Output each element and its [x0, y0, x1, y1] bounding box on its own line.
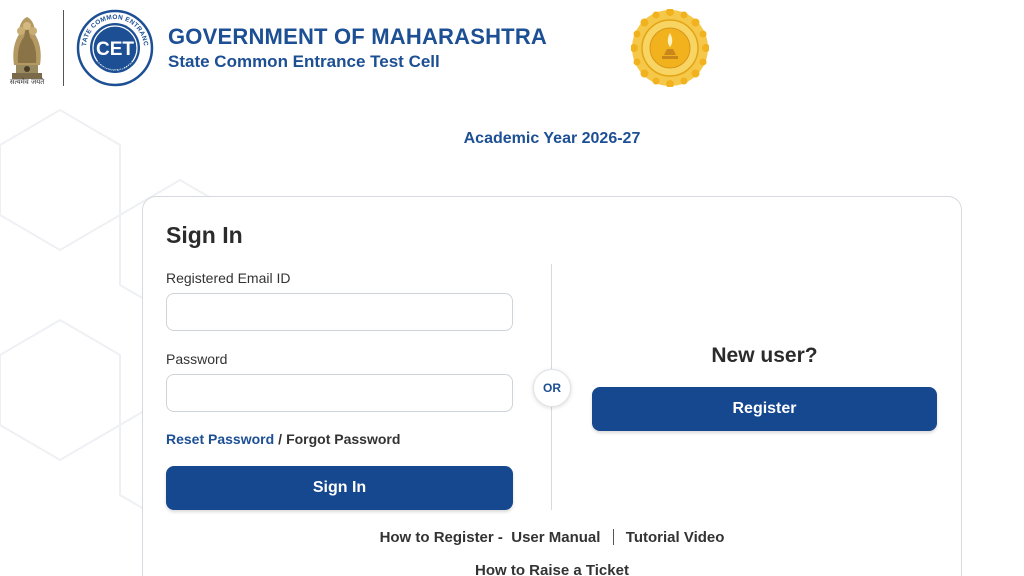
cet-logo-icon: STATE COMMON ENTRANCE MAHARASHTRA CET	[76, 9, 154, 87]
how-to-register-link[interactable]: How to Register -	[380, 529, 503, 546]
site-header: सत्यमेव जयते STATE COMMON ENTRANCE MAHAR…	[0, 0, 1024, 92]
tutorial-video-link[interactable]: Tutorial Video	[626, 529, 725, 546]
register-button[interactable]: Register	[592, 387, 937, 431]
link-separator: /	[278, 431, 283, 447]
forgot-password-link[interactable]: Forgot Password	[286, 431, 400, 447]
password-label: Password	[166, 351, 228, 367]
signin-button[interactable]: Sign In	[166, 466, 513, 510]
cell-subtitle: State Common Entrance Test Cell	[168, 52, 440, 71]
reset-password-link[interactable]: Reset Password	[166, 431, 274, 447]
academic-year: Academic Year 2026-27	[463, 130, 641, 147]
raise-ticket-link[interactable]: How to Raise a Ticket	[475, 562, 629, 576]
user-manual-link[interactable]: User Manual	[511, 529, 600, 546]
header-divider	[63, 10, 64, 86]
cet-logo-text: CET	[96, 39, 134, 60]
password-input[interactable]	[166, 374, 513, 412]
government-title: GOVERNMENT OF MAHARASHTRA	[168, 24, 547, 49]
raise-ticket-row: How to Raise a Ticket	[142, 562, 962, 576]
help-links: How to Register - User Manual Tutorial V…	[142, 529, 962, 546]
maharashtra-seal-icon	[631, 9, 709, 87]
email-label: Registered Email ID	[166, 270, 291, 286]
new-user-heading: New user?	[711, 344, 818, 367]
help-divider	[612, 529, 614, 545]
password-links: Reset Password / Forgot Password	[166, 431, 400, 447]
emblem-caption: सत्यमेव जयते	[9, 78, 45, 86]
or-badge: OR	[533, 369, 571, 407]
email-input[interactable]	[166, 293, 513, 331]
signin-title: Sign In	[166, 222, 243, 248]
